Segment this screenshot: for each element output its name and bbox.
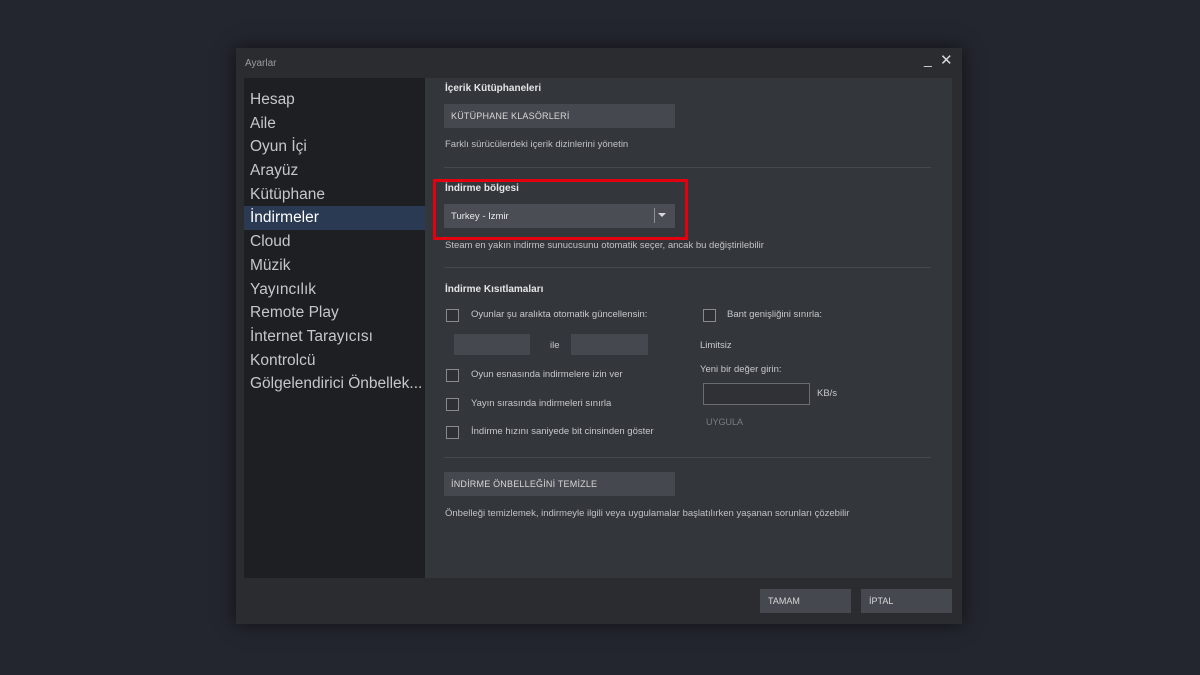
show-bits-label: İndirme hızını saniyede bit cinsinden gö…: [471, 426, 654, 437]
window-title: Ayarlar: [245, 58, 277, 69]
sidebar-item-internet-tarayicisi[interactable]: İnternet Tarayıcısı: [244, 325, 425, 349]
apply-button[interactable]: UYGULA: [706, 417, 743, 427]
clear-download-cache-button[interactable]: İNDİRME ÖNBELLEĞİNİ TEMİZLE: [444, 472, 675, 496]
settings-sidebar: Hesap Aile Oyun İçi Arayüz Kütüphane İnd…: [244, 78, 425, 578]
sidebar-item-remote-play[interactable]: Remote Play: [244, 301, 425, 325]
cache-description: Önbelleği temizlemek, indirmeyle ilgili …: [445, 508, 850, 519]
between-label: ile: [550, 340, 560, 351]
limit-bandwidth-label: Bant genişliğini sınırla:: [727, 309, 823, 320]
sidebar-item-kutuphane[interactable]: Kütüphane: [244, 183, 425, 207]
settings-window: Ayarlar _ ✕ Hesap Aile Oyun İçi Arayüz K…: [236, 48, 962, 624]
auto-update-start-field[interactable]: [454, 334, 530, 355]
sidebar-item-aile[interactable]: Aile: [244, 112, 425, 136]
content-libraries-heading: İçerik Kütüphaneleri: [445, 83, 542, 94]
cancel-button[interactable]: İPTAL: [861, 589, 952, 613]
allow-during-game-label: Oyun esnasında indirmelere izin ver: [471, 369, 623, 380]
separator: [444, 267, 931, 268]
limit-while-streaming-label: Yayın sırasında indirmeleri sınırla: [471, 398, 612, 409]
close-icon[interactable]: ✕: [940, 53, 953, 69]
separator: [444, 167, 931, 168]
new-value-label: Yeni bir değer girin:: [700, 364, 782, 375]
kbs-unit: KB/s: [817, 388, 838, 399]
sidebar-item-arayuz[interactable]: Arayüz: [244, 159, 425, 183]
sidebar-item-indirmeler[interactable]: İndirmeler: [244, 206, 425, 231]
content-libraries-description: Farklı sürücülerdeki içerik dizinlerini …: [445, 139, 629, 150]
limit-bandwidth-checkbox[interactable]: [703, 309, 716, 322]
sidebar-item-golgelendirici-onbellek[interactable]: Gölgelendirici Önbellek...: [244, 372, 425, 396]
sidebar-item-kontrolcu[interactable]: Kontrolcü: [244, 349, 425, 373]
allow-during-game-checkbox[interactable]: [446, 369, 459, 382]
auto-update-end-field[interactable]: [571, 334, 648, 355]
bandwidth-input[interactable]: [703, 383, 810, 405]
download-region-highlight: [433, 179, 688, 240]
library-folders-button[interactable]: KÜTÜPHANE KLASÖRLERİ: [444, 104, 675, 128]
minimize-icon[interactable]: _: [924, 51, 932, 67]
auto-update-checkbox[interactable]: [446, 309, 459, 322]
sidebar-item-oyun-ici[interactable]: Oyun İçi: [244, 135, 425, 159]
sidebar-item-cloud[interactable]: Cloud: [244, 230, 425, 254]
limit-while-streaming-checkbox[interactable]: [446, 398, 459, 411]
download-restrictions-heading: İndirme Kısıtlamaları: [445, 284, 544, 295]
show-bits-checkbox[interactable]: [446, 426, 459, 439]
sidebar-item-hesap[interactable]: Hesap: [244, 88, 425, 112]
download-region-description: Steam en yakın indirme sunucusunu otomat…: [445, 240, 764, 251]
separator: [444, 457, 931, 458]
title-bar[interactable]: Ayarlar _ ✕: [236, 48, 962, 78]
sidebar-item-yayincilik[interactable]: Yayıncılık: [244, 278, 425, 302]
ok-button[interactable]: TAMAM: [760, 589, 851, 613]
sidebar-item-muzik[interactable]: Müzik: [244, 254, 425, 278]
auto-update-label: Oyunlar şu aralıkta otomatik güncellensi…: [471, 309, 648, 320]
settings-content: İçerik Kütüphaneleri KÜTÜPHANE KLASÖRLER…: [425, 78, 952, 578]
bandwidth-value: Limitsiz: [700, 340, 732, 351]
